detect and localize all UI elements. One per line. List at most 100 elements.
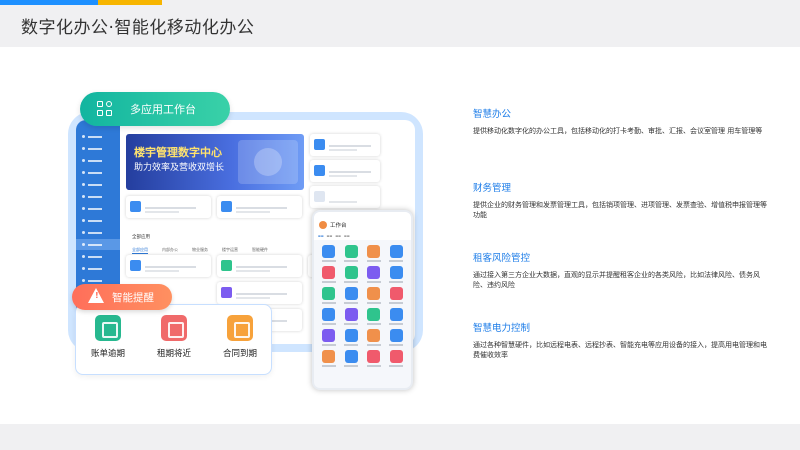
phone-app-icon[interactable] xyxy=(387,266,407,283)
banner-title: 楼宇管理数字中心 xyxy=(134,146,222,159)
phone-app-icon[interactable] xyxy=(319,308,339,325)
tab-hardware[interactable]: 智能硬件 xyxy=(252,247,268,254)
feature-title: 智慧电力控制 xyxy=(473,323,531,334)
app-card-icon xyxy=(314,139,325,150)
sidebar-dot-icon xyxy=(82,267,85,270)
feature-desc: 通过接入第三方企业大数据，直观的显示并提醒租客企业的各类风险，比如法律风险、债务… xyxy=(473,271,760,290)
sidebar-item[interactable] xyxy=(76,251,120,262)
multi-app-workbench-label: 多应用工作台 xyxy=(130,103,196,116)
sidebar-item[interactable] xyxy=(76,239,120,250)
sidebar-item[interactable] xyxy=(76,143,120,154)
alert-contract-expiring[interactable]: 合同到期 xyxy=(210,315,270,359)
phone-app-icon[interactable] xyxy=(364,350,384,367)
tab-operation[interactable]: 楼宇运营 xyxy=(222,247,238,254)
phone-app-icon[interactable] xyxy=(387,350,407,367)
app-card[interactable] xyxy=(310,134,380,156)
app-card[interactable] xyxy=(126,196,211,218)
tab-property[interactable]: 物业服务 xyxy=(192,247,208,254)
sidebar-dot-icon xyxy=(82,147,85,150)
feature-title: 租客风险管控 xyxy=(473,253,531,264)
sidebar-item[interactable] xyxy=(76,263,120,274)
sidebar-dot-icon xyxy=(82,135,85,138)
phone-tab[interactable]: ▬▬ xyxy=(344,234,350,238)
phone-app-icon[interactable] xyxy=(387,287,407,304)
phone-title: 工作台 xyxy=(330,223,347,229)
sidebar-item[interactable] xyxy=(76,179,120,190)
app-card-icon xyxy=(130,260,141,271)
smart-alert-badge: ! 智能提醒 xyxy=(72,284,172,310)
app-card[interactable] xyxy=(217,196,302,218)
section-label: 全部应用 xyxy=(132,235,150,240)
phone-app-icon[interactable] xyxy=(387,329,407,346)
smart-alert-label: 智能提醒 xyxy=(112,292,154,304)
phone-app-icon[interactable] xyxy=(342,266,362,283)
phone-app-icon[interactable] xyxy=(364,308,384,325)
feature-title: 财务管理 xyxy=(473,183,512,194)
avatar[interactable] xyxy=(319,221,327,229)
phone-app-icon[interactable] xyxy=(364,287,384,304)
app-card[interactable] xyxy=(310,160,380,182)
alert-bill-overdue[interactable]: 账单逾期 xyxy=(78,315,138,359)
app-card[interactable] xyxy=(217,282,302,304)
sidebar-dot-icon xyxy=(82,255,85,258)
phone-app-icon[interactable] xyxy=(319,287,339,304)
sidebar-dot-icon xyxy=(82,195,85,198)
workbench-banner: 楼宇管理数字中心 助力效率及营收双增长 xyxy=(126,134,304,190)
sidebar-dot-icon xyxy=(82,159,85,162)
sidebar-item[interactable] xyxy=(76,191,120,202)
phone-app-icon[interactable] xyxy=(342,350,362,367)
alert-label: 合同到期 xyxy=(222,349,257,359)
sidebar-dot-icon xyxy=(82,171,85,174)
sidebar-dot-icon xyxy=(82,219,85,222)
alert-lease-expiring[interactable]: 租期将近 xyxy=(144,315,204,359)
sidebar-item[interactable] xyxy=(76,167,120,178)
sidebar-item[interactable] xyxy=(76,155,120,166)
slide-title: 数字化办公·智能化移动化办公 xyxy=(21,18,255,38)
phone-app-icon[interactable] xyxy=(387,308,407,325)
tab-all[interactable]: 全部应用 xyxy=(132,247,148,254)
phone-app-icon[interactable] xyxy=(319,350,339,367)
alert-label: 租期将近 xyxy=(156,349,191,359)
phone-tab[interactable]: ▬▬ xyxy=(318,234,324,238)
phone-app-icon[interactable] xyxy=(364,245,384,262)
accent-bar-yellow xyxy=(98,0,162,5)
app-card[interactable] xyxy=(217,255,302,277)
banner-subtitle: 助力效率及营收双增长 xyxy=(134,163,225,173)
sidebar-item[interactable] xyxy=(76,215,120,226)
phone-app-icon[interactable] xyxy=(342,287,362,304)
phone-app-icon[interactable] xyxy=(319,329,339,346)
phone-app-icon[interactable] xyxy=(342,245,362,262)
phone-app-icon[interactable] xyxy=(364,329,384,346)
phone-tab[interactable]: ▬▬ xyxy=(335,234,341,238)
feature-smart-power: 智慧电力控制 通过各种智慧硬件，比如远程电表、远程抄表、智能充电等应用设备的接入… xyxy=(473,320,773,360)
feature-desc: 提供移动化数字化的办公工具，包括移动化的打卡考勤、审批、汇报、会议室管理 用车管… xyxy=(473,127,763,135)
mobile-workbench: 工作台 ▬▬ ▬▬ ▬▬ ▬▬ xyxy=(312,210,413,390)
bill-icon xyxy=(95,315,121,341)
footer-bar xyxy=(0,424,800,450)
feature-finance: 财务管理 提供企业的财务管理和发票管理工具，包括销项管理、进项管理、发票查验、增… xyxy=(473,180,773,220)
phone-app-icon[interactable] xyxy=(342,329,362,346)
phone-app-icon[interactable] xyxy=(342,308,362,325)
tab-office[interactable]: 内部办公 xyxy=(162,247,178,254)
feature-title: 智慧办公 xyxy=(473,109,512,120)
phone-app-icon[interactable] xyxy=(319,245,339,262)
app-card-icon xyxy=(221,260,232,271)
sidebar-dot-icon xyxy=(82,243,85,246)
feature-desc: 提供企业的财务管理和发票管理工具，包括销项管理、进项管理、发票查验、增值税申报管… xyxy=(473,201,767,220)
phone-tab[interactable]: ▬▬ xyxy=(327,234,333,238)
app-card[interactable] xyxy=(126,255,211,277)
phone-app-icon[interactable] xyxy=(319,266,339,283)
smart-alert-panel: 账单逾期 租期将近 合同到期 xyxy=(75,304,272,375)
phone-app-icon[interactable] xyxy=(387,245,407,262)
title-bar: 数字化办公·智能化移动化办公 xyxy=(0,0,800,47)
app-card-icon xyxy=(221,287,232,298)
phone-app-grid xyxy=(314,240,411,372)
add-app-card[interactable] xyxy=(310,186,380,208)
workbench-tabs: 全部应用 内部办公 物业服务 楼宇运营 智能硬件 xyxy=(132,247,268,254)
grid-icon xyxy=(97,101,113,117)
phone-app-icon[interactable] xyxy=(364,266,384,283)
feature-tenant-risk: 租客风险管控 通过接入第三方企业大数据，直观的显示并提醒租客企业的各类风险，比如… xyxy=(473,250,773,290)
sidebar-item[interactable] xyxy=(76,131,120,142)
sidebar-item[interactable] xyxy=(76,203,120,214)
sidebar-item[interactable] xyxy=(76,227,120,238)
